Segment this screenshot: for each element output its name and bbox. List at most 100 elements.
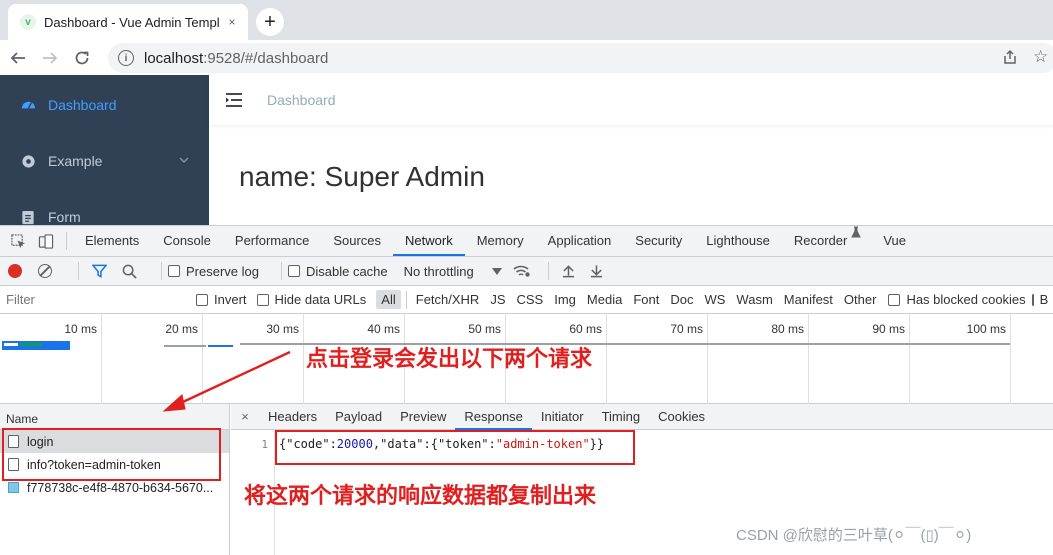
- annotation-text-requests: 点击登录会发出以下两个请求: [306, 347, 593, 372]
- type-filter-font[interactable]: Font: [628, 290, 664, 309]
- tab-application[interactable]: Application: [536, 226, 624, 256]
- back-arrow-icon[interactable]: [4, 44, 32, 72]
- request-name: f778738c-e4f8-4870-b634-5670...: [27, 480, 214, 495]
- toolbar-divider: [280, 262, 282, 280]
- toolbar-divider: [547, 262, 549, 280]
- disable-cache-checkbox[interactable]: Disable cache: [287, 264, 388, 279]
- close-tab-icon[interactable]: ×: [224, 15, 240, 29]
- sidebar: Dashboard Example Form: [0, 75, 209, 225]
- address-bar[interactable]: i localhost:9528/#/dashboard ☆: [108, 43, 1053, 73]
- detail-tab-preview[interactable]: Preview: [391, 404, 455, 430]
- type-filter-fetchxhr[interactable]: Fetch/XHR: [411, 290, 485, 309]
- sidebar-item-dashboard[interactable]: Dashboard: [0, 77, 209, 133]
- vue-favicon-icon: v: [20, 14, 36, 30]
- tab-console[interactable]: Console: [151, 226, 223, 256]
- reload-icon[interactable]: [68, 44, 96, 72]
- app-navbar: Dashboard: [209, 75, 1053, 125]
- detail-tab-timing[interactable]: Timing: [593, 404, 650, 430]
- checkbox-box[interactable]: [196, 293, 208, 306]
- sidebar-item-label: Example: [48, 153, 103, 169]
- hamburger-icon[interactable]: [209, 75, 259, 125]
- detail-tab-cookies[interactable]: Cookies: [649, 404, 714, 430]
- invert-checkbox[interactable]: Invert: [196, 292, 247, 307]
- tab-recorder[interactable]: Recorder: [782, 226, 851, 256]
- new-tab-button[interactable]: +: [256, 8, 284, 36]
- blocked-cookies-checkbox[interactable]: Has blocked cookies: [888, 292, 1026, 307]
- clear-icon[interactable]: [38, 264, 52, 278]
- share-icon[interactable]: [1002, 49, 1018, 68]
- type-filter-img[interactable]: Img: [549, 290, 581, 309]
- tab-security[interactable]: Security: [623, 226, 694, 256]
- search-icon[interactable]: [115, 256, 143, 286]
- csdn-watermark: CSDN @欣慰的三叶草(⚪￣(▯)￣⚪): [736, 527, 972, 544]
- type-filter-js[interactable]: JS: [485, 290, 510, 309]
- checkbox-box[interactable]: [888, 293, 901, 306]
- form-icon: [20, 209, 36, 225]
- filter-bar: Invert Hide data URLs All Fetch/XHRJSCSSI…: [0, 286, 1053, 314]
- example-icon: [20, 153, 36, 169]
- resource-type-filters: All Fetch/XHR JS CSS Img Media Font Doc WS Wasm Ma…: [376, 290, 882, 309]
- page-viewport: Dashboard Example Form Dashboard name: S…: [0, 75, 1053, 225]
- record-icon[interactable]: [8, 264, 22, 278]
- request-detail-tabs: × Headers Payload Preview Response Initiator…: [231, 404, 1053, 430]
- type-filter-manifest[interactable]: Manifest: [779, 290, 838, 309]
- tab-network[interactable]: Network: [393, 226, 465, 256]
- sidebar-item-label: Form: [48, 209, 81, 225]
- forward-arrow-icon[interactable]: [36, 44, 64, 72]
- type-filter-doc[interactable]: Doc: [665, 290, 698, 309]
- dashboard-icon: [20, 97, 36, 113]
- site-info-icon[interactable]: i: [118, 50, 134, 66]
- toolbar-divider: [161, 262, 162, 280]
- type-filter-wasm[interactable]: Wasm: [731, 290, 777, 309]
- filter-funnel-icon[interactable]: [85, 256, 113, 286]
- type-filter-ws[interactable]: WS: [699, 290, 730, 309]
- bookmark-star-icon[interactable]: ☆: [1033, 47, 1048, 67]
- network-conditions-icon[interactable]: [508, 256, 536, 286]
- checkbox-box[interactable]: [287, 265, 300, 277]
- hide-data-urls-checkbox[interactable]: Hide data URLs: [256, 292, 366, 307]
- type-filter-all[interactable]: All: [376, 290, 401, 309]
- flask-icon: [851, 226, 862, 238]
- checkbox-box[interactable]: [1031, 293, 1034, 306]
- inspect-element-icon[interactable]: [4, 226, 32, 256]
- tab-memory[interactable]: Memory: [465, 226, 536, 256]
- checkbox-box[interactable]: [168, 265, 180, 277]
- tab-vue[interactable]: Vue: [871, 226, 918, 256]
- devtools-tabs: Elements Console Performance Sources Network…: [73, 226, 918, 256]
- dropdown-arrow-icon: [491, 267, 502, 275]
- filter-input[interactable]: [0, 288, 182, 311]
- checkbox-box[interactable]: [256, 293, 269, 306]
- toolbar-divider: [66, 232, 67, 250]
- type-filter-css[interactable]: CSS: [512, 290, 549, 309]
- tab-lighthouse[interactable]: Lighthouse: [694, 226, 782, 256]
- detail-tab-payload[interactable]: Payload: [326, 404, 391, 430]
- sidebar-item-form[interactable]: Form: [0, 189, 209, 225]
- timeline-bar-login-wait: [4, 343, 18, 346]
- chevron-down-icon: [179, 156, 189, 167]
- detail-tab-list: Headers Payload Preview Response Initiator Ti…: [259, 404, 714, 430]
- image-icon: [8, 482, 19, 493]
- devtools-tab-bar: Elements Console Performance Sources Network…: [0, 226, 1053, 257]
- detail-tab-response[interactable]: Response: [455, 404, 532, 430]
- tab-sources[interactable]: Sources: [321, 226, 393, 256]
- sidebar-item-label: Dashboard: [48, 97, 117, 113]
- annotation-arrow: [162, 350, 291, 412]
- browser-tabstrip: v Dashboard - Vue Admin Templ × +: [0, 0, 1053, 40]
- preserve-log-checkbox[interactable]: Preserve log: [168, 264, 259, 279]
- dashboard-name-text: name: Super Admin: [239, 161, 485, 192]
- tab-performance[interactable]: Performance: [223, 226, 321, 256]
- sidebar-item-example[interactable]: Example: [0, 133, 209, 189]
- tab-elements[interactable]: Elements: [73, 226, 151, 256]
- export-har-icon[interactable]: [583, 256, 611, 286]
- detail-tab-initiator[interactable]: Initiator: [532, 404, 593, 430]
- browser-tab-title: Dashboard - Vue Admin Templ: [44, 14, 220, 30]
- import-har-icon[interactable]: [555, 256, 583, 286]
- device-toolbar-icon[interactable]: [32, 226, 60, 256]
- toolbar-divider: [405, 290, 407, 309]
- network-toolbar: Preserve log Disable cache No throttling: [0, 257, 1053, 286]
- throttling-select[interactable]: No throttling: [404, 264, 502, 279]
- breadcrumb[interactable]: Dashboard: [267, 92, 336, 108]
- type-filter-other[interactable]: Other: [839, 290, 882, 309]
- browser-tab[interactable]: v Dashboard - Vue Admin Templ ×: [8, 4, 248, 40]
- type-filter-media[interactable]: Media: [582, 290, 627, 309]
